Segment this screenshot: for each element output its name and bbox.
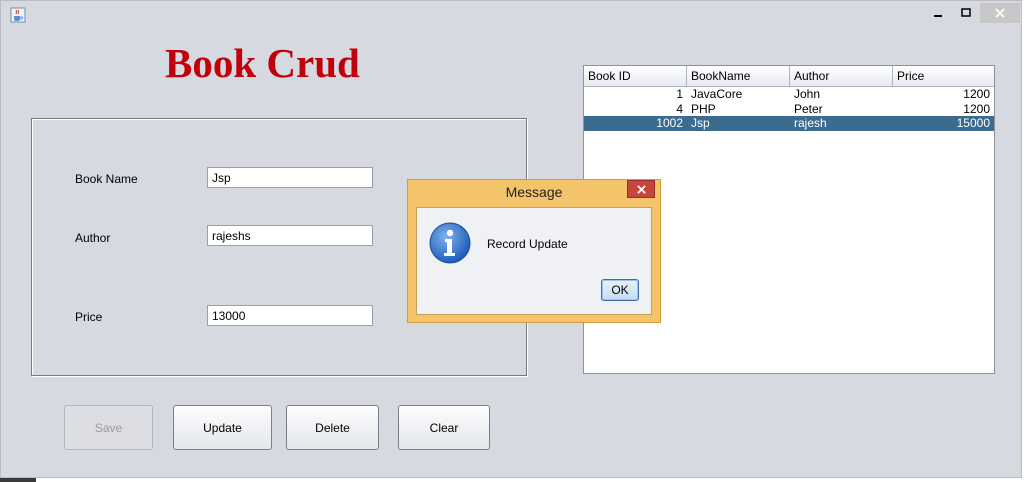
- book-name-label: Book Name: [75, 172, 138, 186]
- cell-author: rajesh: [794, 116, 827, 130]
- window-close-button[interactable]: [980, 3, 1020, 23]
- cell-book-name: Jsp: [691, 116, 710, 130]
- delete-button[interactable]: Delete: [286, 405, 379, 450]
- dialog-close-button[interactable]: [627, 180, 655, 198]
- cell-book-id: 1: [676, 87, 683, 101]
- cell-book-name: JavaCore: [691, 87, 743, 101]
- cell-author: Peter: [794, 101, 823, 116]
- dialog-message: Record Update: [487, 237, 568, 251]
- cell-author: John: [794, 87, 821, 101]
- taskbar-edge: [0, 478, 36, 482]
- maximize-icon: [961, 8, 971, 17]
- ok-button[interactable]: OK: [601, 279, 639, 301]
- author-input[interactable]: [207, 225, 373, 246]
- cell-book-id: 1002: [656, 116, 683, 130]
- page-title: Book Crud: [165, 40, 360, 86]
- info-icon: [429, 222, 471, 264]
- java-cup-icon: [10, 7, 26, 23]
- table-row[interactable]: 4 PHP Peter 1200: [584, 102, 994, 117]
- book-name-input[interactable]: [207, 167, 373, 188]
- price-input[interactable]: [207, 305, 373, 326]
- clear-button[interactable]: Clear: [398, 405, 490, 450]
- table-row[interactable]: 1 JavaCore John 1200: [584, 87, 994, 102]
- price-label: Price: [75, 310, 103, 324]
- column-header-book-id[interactable]: Book ID: [584, 66, 687, 86]
- table-header: Book ID BookName Author Price: [584, 66, 994, 87]
- cell-price: 15000: [956, 116, 990, 130]
- column-header-book-name[interactable]: BookName: [687, 66, 790, 86]
- update-button[interactable]: Update: [173, 405, 272, 450]
- save-button[interactable]: Save: [64, 405, 153, 450]
- app-window: Book Crud Book Name Author Price Save Up…: [0, 0, 1022, 478]
- close-icon: [995, 8, 1005, 18]
- minimize-icon: [934, 15, 942, 17]
- minimize-button[interactable]: [923, 3, 953, 23]
- maximize-button[interactable]: [951, 3, 981, 23]
- column-header-price[interactable]: Price: [893, 66, 994, 86]
- author-label: Author: [75, 231, 111, 245]
- table-row-selected[interactable]: 1002 Jsp rajesh 15000: [584, 116, 994, 131]
- dialog-body: Record Update OK: [416, 207, 652, 315]
- cell-book-name: PHP: [691, 101, 716, 116]
- cell-book-id: 4: [676, 101, 683, 116]
- column-header-author[interactable]: Author: [790, 66, 893, 86]
- cell-price: 1200: [963, 87, 990, 101]
- close-icon: [636, 184, 646, 194]
- cell-price: 1200: [963, 101, 990, 116]
- title-bar: [1, 1, 1021, 29]
- dialog-title: Message: [505, 184, 563, 200]
- message-dialog: Message Record Update OK: [407, 179, 661, 323]
